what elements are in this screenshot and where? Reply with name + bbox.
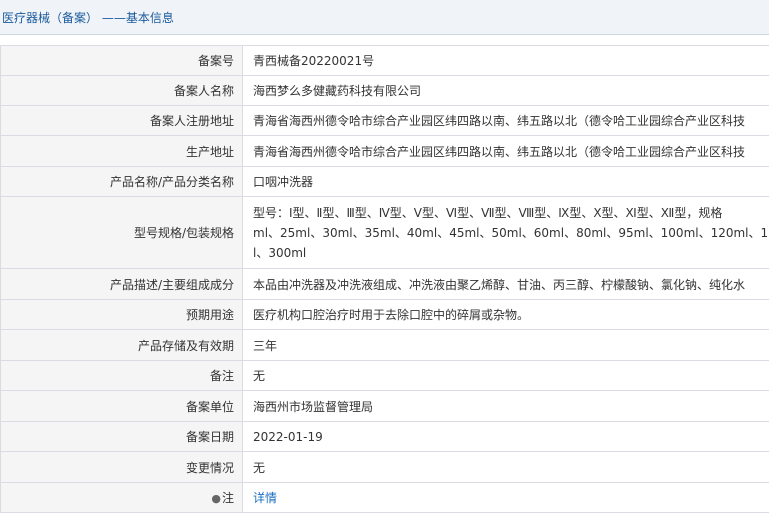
row-label: 产品存储及有效期 xyxy=(0,329,243,361)
row-label: 预期用途 xyxy=(0,299,243,330)
row-label: 备案单位 xyxy=(0,390,243,422)
row-value: 型号：Ⅰ型、Ⅱ型、Ⅲ型、Ⅳ型、Ⅴ型、Ⅵ型、Ⅶ型、Ⅷ型、Ⅸ型、Ⅹ型、Ⅺ型、Ⅻ型，规… xyxy=(242,196,769,269)
table-row: 型号规格/包装规格 型号：Ⅰ型、Ⅱ型、Ⅲ型、Ⅳ型、Ⅴ型、Ⅵ型、Ⅶ型、Ⅷ型、Ⅸ型、… xyxy=(0,196,769,269)
row-value: 本品由冲洗器及冲洗液组成、冲洗液由聚乙烯醇、甘油、丙三醇、柠檬酸钠、氯化钠、纯化… xyxy=(242,268,769,300)
table-row: 生产地址 青海省海西州德令哈市综合产业园区纬四路以南、纬五路以北（德令哈工业园综… xyxy=(0,135,769,167)
details-link[interactable]: 详情 xyxy=(253,491,277,505)
table-row: 预期用途 医疗机构口腔治疗时用于去除口腔中的碎屑或杂物。 xyxy=(0,299,769,330)
page-header: 医疗器械（备案） ——基本信息 xyxy=(0,0,769,35)
row-value: 医疗机构口腔治疗时用于去除口腔中的碎屑或杂物。 xyxy=(242,299,769,330)
table-row: 备案日期 2022-01-19 xyxy=(0,421,769,452)
table-row: 变更情况 无 xyxy=(0,451,769,483)
row-value: 海西梦么多健藏药科技有限公司 xyxy=(242,75,769,106)
table-row: 备案人名称 海西梦么多健藏药科技有限公司 xyxy=(0,75,769,106)
row-label: 产品名称/产品分类名称 xyxy=(0,166,243,197)
row-label: 备案号 xyxy=(0,45,243,76)
row-value: 无 xyxy=(242,451,769,483)
row-value: 无 xyxy=(242,360,769,391)
row-label: ●注 xyxy=(0,482,243,513)
spec-line: 型号：Ⅰ型、Ⅱ型、Ⅲ型、Ⅳ型、Ⅴ型、Ⅵ型、Ⅶ型、Ⅷ型、Ⅸ型、Ⅹ型、Ⅺ型、Ⅻ型，规… xyxy=(253,205,723,220)
row-value: 青西械备20220021号 xyxy=(242,45,769,76)
row-label: 型号规格/包装规格 xyxy=(0,196,243,269)
row-label: 产品描述/主要组成成分 xyxy=(0,268,243,300)
row-label: 生产地址 xyxy=(0,135,243,167)
spec-line: ml、25ml、30ml、35ml、40ml、45ml、50ml、60ml、80… xyxy=(253,225,769,240)
row-label: 备案人名称 xyxy=(0,75,243,106)
table-row: ●注 详情 xyxy=(0,482,769,513)
row-value: 2022-01-19 xyxy=(242,421,769,452)
lightbulb-icon: ● xyxy=(211,492,221,505)
row-label: 变更情况 xyxy=(0,451,243,483)
row-label: 备注 xyxy=(0,360,243,391)
table-row: 备案单位 海西州市场监督管理局 xyxy=(0,390,769,422)
note-label: 注 xyxy=(221,491,234,505)
table-row: 产品存储及有效期 三年 xyxy=(0,329,769,361)
table-row: 备注 无 xyxy=(0,360,769,391)
row-value: 海西州市场监督管理局 xyxy=(242,390,769,422)
row-label: 备案人注册地址 xyxy=(0,105,243,136)
row-value: 青海省海西州德令哈市综合产业园区纬四路以南、纬五路以北（德令哈工业园综合产业区科… xyxy=(242,135,769,167)
row-value: 三年 xyxy=(242,329,769,361)
row-label: 备案日期 xyxy=(0,421,243,452)
row-value: 口咽冲洗器 xyxy=(242,166,769,197)
info-table: 备案号 青西械备20220021号 备案人名称 海西梦么多健藏药科技有限公司 备… xyxy=(0,45,769,513)
row-value: 青海省海西州德令哈市综合产业园区纬四路以南、纬五路以北（德令哈工业园综合产业区科… xyxy=(242,105,769,136)
table-row: 备案号 青西械备20220021号 xyxy=(0,45,769,76)
table-row: 备案人注册地址 青海省海西州德令哈市综合产业园区纬四路以南、纬五路以北（德令哈工… xyxy=(0,105,769,136)
row-value: 详情 xyxy=(242,482,769,513)
table-row: 产品名称/产品分类名称 口咽冲洗器 xyxy=(0,166,769,197)
breadcrumb: 医疗器械（备案） ——基本信息 xyxy=(2,10,174,25)
spec-line: l、300ml xyxy=(253,245,307,260)
table-row: 产品描述/主要组成成分 本品由冲洗器及冲洗液组成、冲洗液由聚乙烯醇、甘油、丙三醇… xyxy=(0,268,769,300)
